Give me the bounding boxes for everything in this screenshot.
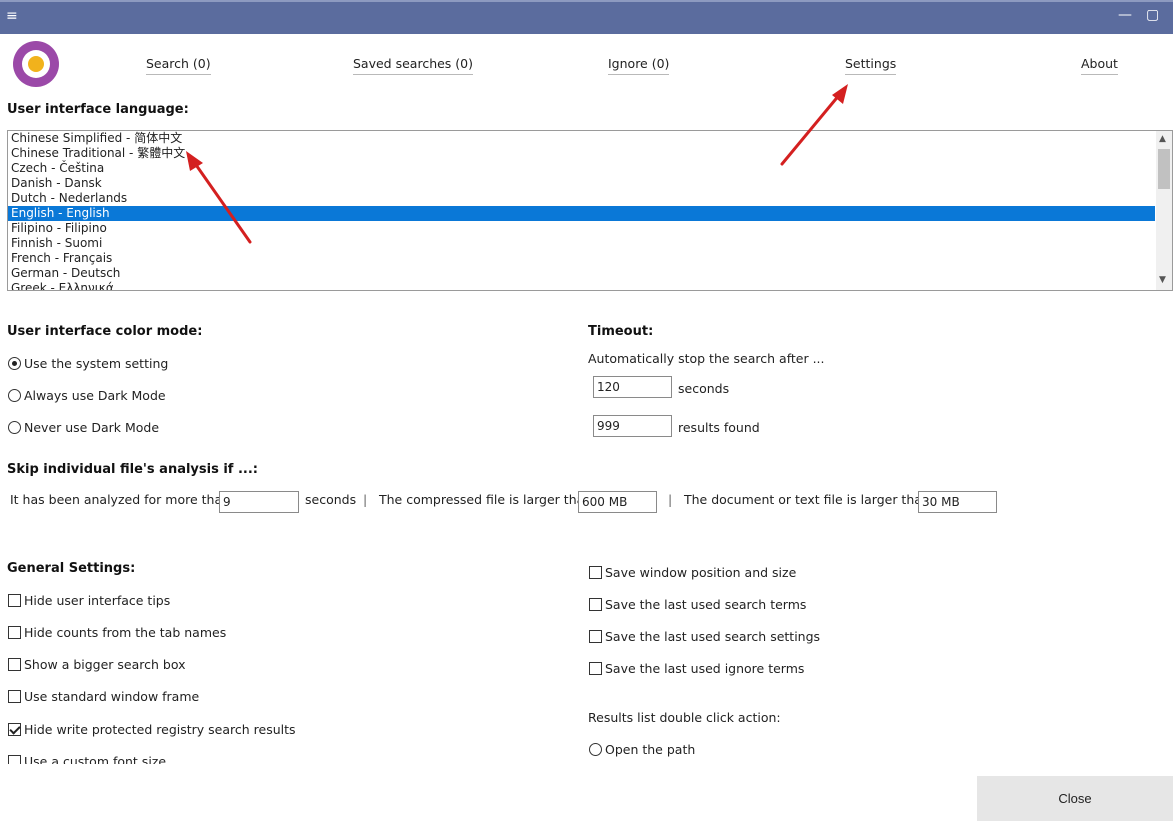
tab-ignore[interactable]: Ignore (0) — [608, 56, 670, 75]
language-item[interactable]: Filipino - Filipino — [8, 221, 1155, 236]
skip-analyzed-unit: seconds — [305, 492, 357, 507]
language-item[interactable]: Finnish - Suomi — [8, 236, 1155, 251]
checkbox-save-ignore-terms[interactable] — [589, 662, 602, 675]
checkbox-save-search-terms[interactable] — [589, 598, 602, 611]
timeout-results-label: results found — [678, 420, 760, 435]
checkbox-custom-font-label: Use a custom font size — [24, 754, 167, 764]
radio-system-setting[interactable] — [8, 357, 21, 370]
title-bar: ≡ — ▢ — [0, 0, 1173, 34]
timeout-description: Automatically stop the search after ... — [588, 351, 825, 366]
minimize-icon[interactable]: — — [1118, 8, 1132, 22]
language-listbox[interactable]: Chinese Simplified - 简体中文 Chinese Tradit… — [7, 130, 1173, 291]
tab-saved-searches[interactable]: Saved searches (0) — [353, 56, 473, 75]
tab-about[interactable]: About — [1081, 56, 1118, 75]
language-item[interactable]: Czech - Čeština — [8, 161, 1155, 176]
checkbox-save-ignore-terms-label: Save the last used ignore terms — [605, 661, 805, 676]
language-item[interactable]: French - Français — [8, 251, 1155, 266]
language-item[interactable]: Greek - Ελληνικά — [8, 281, 1155, 290]
radio-open-path-label: Open the path — [605, 742, 696, 757]
double-click-label: Results list double click action: — [588, 710, 781, 725]
checkbox-hide-tips[interactable] — [8, 594, 21, 607]
checkbox-hide-counts[interactable] — [8, 626, 21, 639]
maximize-icon[interactable]: ▢ — [1146, 8, 1159, 22]
checkbox-save-window[interactable] — [589, 566, 602, 579]
radio-open-path[interactable] — [589, 743, 602, 756]
language-item-selected[interactable]: English - English — [8, 206, 1155, 221]
language-item[interactable]: German - Deutsch — [8, 266, 1155, 281]
skip-analyzed-input[interactable]: 9 — [219, 491, 299, 513]
radio-never-dark-label: Never use Dark Mode — [24, 420, 160, 435]
checkbox-save-search-settings[interactable] — [589, 630, 602, 643]
separator: | — [668, 492, 673, 507]
title-bar-top-edge — [0, 0, 1173, 2]
skip-analyzed-label: It has been analyzed for more than — [10, 492, 231, 507]
checkbox-hide-counts-label: Hide counts from the tab names — [24, 625, 227, 640]
radio-system-setting-label: Use the system setting — [24, 356, 169, 371]
scroll-down-icon[interactable]: ▼ — [1159, 275, 1166, 285]
skip-compressed-input[interactable]: 600 MB — [578, 491, 657, 513]
radio-never-dark[interactable] — [8, 421, 21, 434]
clipped-option-row: Use a custom font size — [0, 752, 560, 764]
checkbox-hide-tips-label: Hide user interface tips — [24, 593, 171, 608]
checkbox-save-window-label: Save window position and size — [605, 565, 797, 580]
timeout-seconds-label: seconds — [678, 381, 730, 396]
close-button[interactable]: Close — [977, 776, 1173, 821]
logo-center — [28, 56, 44, 72]
separator: | — [363, 492, 368, 507]
skip-document-label: The document or text file is larger than — [684, 492, 930, 507]
color-mode-heading: User interface color mode: — [7, 324, 203, 339]
language-item[interactable]: Chinese Simplified - 简体中文 — [8, 131, 1155, 146]
radio-always-dark[interactable] — [8, 389, 21, 402]
checkbox-bigger-search-label: Show a bigger search box — [24, 657, 186, 672]
language-item[interactable]: Chinese Traditional - 繁體中文 — [8, 146, 1155, 161]
skip-document-input[interactable]: 30 MB — [918, 491, 997, 513]
scroll-thumb[interactable] — [1158, 149, 1170, 189]
language-item[interactable]: Danish - Dansk — [8, 176, 1155, 191]
timeout-seconds-input[interactable]: 120 — [593, 376, 672, 398]
hamburger-icon[interactable]: ≡ — [6, 9, 18, 23]
checkbox-bigger-search[interactable] — [8, 658, 21, 671]
checkbox-standard-frame[interactable] — [8, 690, 21, 703]
timeout-results-input[interactable]: 999 — [593, 415, 672, 437]
checkbox-save-search-settings-label: Save the last used search settings — [605, 629, 821, 644]
tab-settings[interactable]: Settings — [845, 56, 897, 75]
radio-always-dark-label: Always use Dark Mode — [24, 388, 166, 403]
language-item[interactable]: Dutch - Nederlands — [8, 191, 1155, 206]
checkbox-standard-frame-label: Use standard window frame — [24, 689, 200, 704]
checkbox-custom-font[interactable] — [8, 755, 21, 764]
scroll-up-icon[interactable]: ▲ — [1159, 134, 1166, 144]
skip-compressed-label: The compressed file is larger than — [379, 492, 593, 507]
app-logo — [13, 41, 59, 87]
skip-heading: Skip individual file's analysis if ...: — [7, 462, 259, 477]
language-heading: User interface language: — [7, 102, 189, 117]
general-heading: General Settings: — [7, 561, 136, 576]
timeout-heading: Timeout: — [588, 324, 654, 339]
checkbox-hide-registry-label: Hide write protected registry search res… — [24, 722, 296, 737]
language-scrollbar[interactable]: ▲ ▼ — [1156, 131, 1172, 290]
checkbox-hide-registry[interactable] — [8, 723, 21, 736]
checkbox-save-search-terms-label: Save the last used search terms — [605, 597, 807, 612]
tab-search[interactable]: Search (0) — [146, 56, 211, 75]
